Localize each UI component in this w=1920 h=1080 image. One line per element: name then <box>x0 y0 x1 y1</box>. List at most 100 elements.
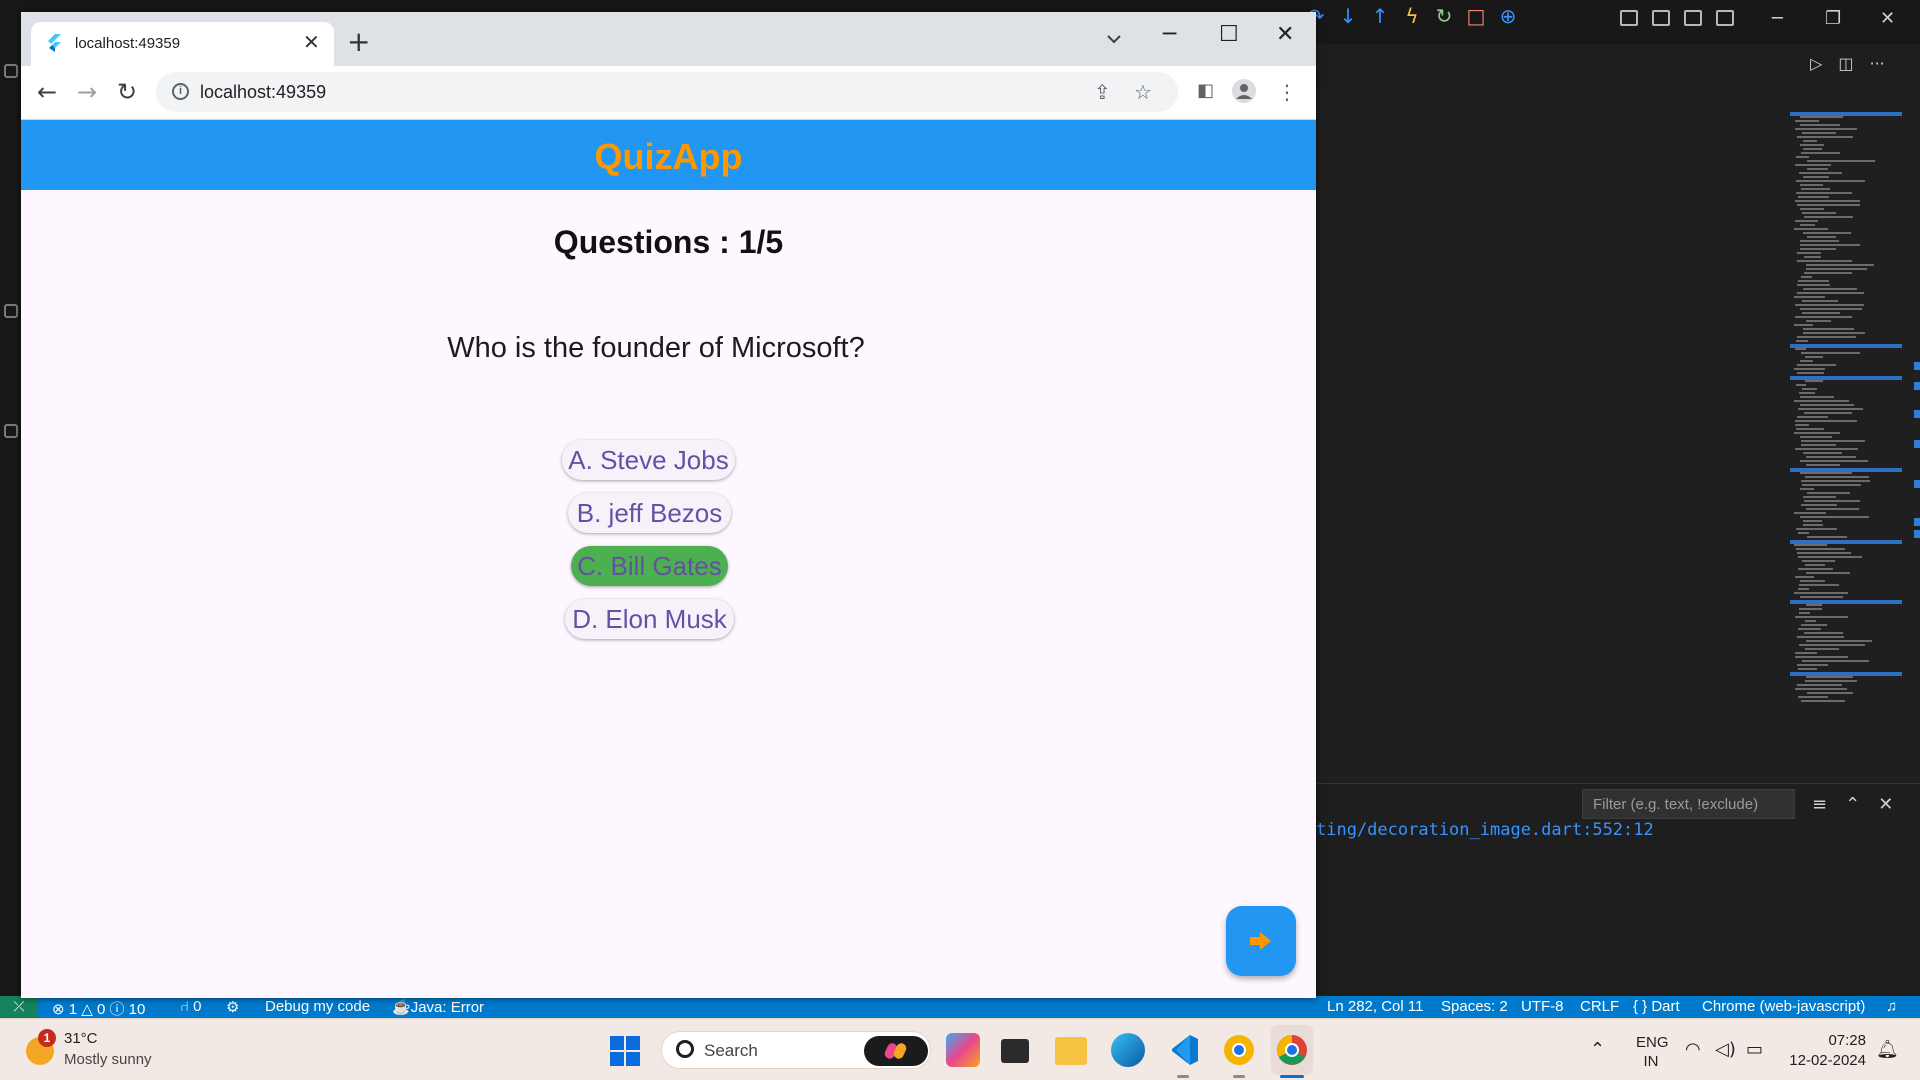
debug-config-icon[interactable]: ⚙ <box>226 998 239 1016</box>
java-status[interactable]: ☕Java: Error <box>392 998 484 1016</box>
battery-icon[interactable]: ▭ <box>1746 1039 1763 1060</box>
chrome-menu-icon[interactable]: ⋮ <box>1277 80 1297 104</box>
vscode-restore-icon[interactable]: ❐ <box>1825 8 1841 29</box>
app-title: QuizApp <box>594 136 743 177</box>
site-info-icon[interactable]: i <box>172 83 189 100</box>
cursor-position-status[interactable]: Ln 282, Col 11 <box>1327 998 1423 1015</box>
more-actions-icon[interactable]: ··· <box>1869 54 1884 73</box>
explorer-icon[interactable] <box>4 64 18 78</box>
minimap-line <box>1805 648 1839 650</box>
minimap-line <box>1802 388 1817 390</box>
option-d-button[interactable]: D. Elon Musk <box>565 599 734 639</box>
copilot-pre-app-icon[interactable] <box>946 1033 980 1067</box>
chrome-close-icon[interactable]: ✕ <box>1276 22 1294 47</box>
minimap[interactable] <box>1790 112 1906 702</box>
start-button-icon[interactable] <box>610 1036 640 1066</box>
close-panel-icon[interactable]: ✕ <box>1878 794 1893 815</box>
back-icon[interactable]: ← <box>37 78 57 106</box>
maximize-panel-icon[interactable]: ⌃ <box>1845 794 1860 815</box>
vscode-minimize-icon[interactable]: ─ <box>1772 8 1783 29</box>
chrome-app-icon[interactable] <box>1275 1033 1309 1067</box>
side-panel-icon[interactable]: ◧ <box>1197 80 1214 101</box>
file-explorer-icon[interactable] <box>1055 1037 1087 1065</box>
share-icon[interactable]: ⇪ <box>1094 80 1111 104</box>
indentation-status[interactable]: Spaces: 2 <box>1441 998 1508 1015</box>
language-status[interactable]: { } Dart <box>1633 998 1680 1015</box>
profile-avatar-icon[interactable] <box>1231 78 1257 104</box>
toggle-sidebar-icon[interactable] <box>1620 10 1638 26</box>
testing-icon[interactable] <box>4 424 18 438</box>
problems-status[interactable]: ⊗ 1 △ 0 ⓘ 10 <box>52 998 145 1019</box>
chrome-maximize-icon[interactable]: ☐ <box>1219 22 1239 47</box>
step-out-icon[interactable]: ↑ <box>1369 4 1391 28</box>
customize-layout-icon[interactable] <box>1716 10 1734 26</box>
minimap-line <box>1805 680 1857 682</box>
split-editor-icon[interactable]: ◫ <box>1838 54 1853 73</box>
ports-status[interactable]: ⑁ 0 <box>180 998 202 1015</box>
minimap-line <box>1801 444 1836 446</box>
vscode-close-icon[interactable]: ✕ <box>1880 8 1895 29</box>
task-view-icon[interactable] <box>1001 1039 1029 1063</box>
notifications-status-icon[interactable]: ♫ <box>1886 998 1897 1015</box>
forward-icon[interactable]: → <box>77 78 97 106</box>
copilot-search-highlight-icon[interactable] <box>864 1036 928 1066</box>
bookmark-star-icon[interactable]: ☆ <box>1134 80 1152 104</box>
minimap-line <box>1800 580 1825 582</box>
show-hidden-icons-icon[interactable]: ⌃ <box>1590 1039 1605 1060</box>
browser-tab[interactable]: localhost:49359 ✕ <box>31 22 334 66</box>
tab-close-icon[interactable]: ✕ <box>303 30 320 54</box>
minimap-line <box>1803 176 1829 178</box>
encoding-status[interactable]: UTF-8 <box>1521 998 1564 1015</box>
debug-config-status[interactable]: Debug my code <box>265 998 370 1015</box>
hot-reload-icon[interactable]: ϟ <box>1401 4 1423 28</box>
chrome-canary-icon[interactable] <box>1222 1033 1256 1067</box>
restart-icon[interactable]: ↻ <box>1433 4 1455 28</box>
option-c-button[interactable]: C. Bill Gates <box>571 546 728 586</box>
next-question-button[interactable] <box>1226 906 1296 976</box>
clock-date: 12-02-2024 <box>1789 1052 1866 1069</box>
new-tab-icon[interactable]: + <box>347 28 370 56</box>
minimap-line <box>1800 244 1860 246</box>
reload-icon[interactable]: ↻ <box>117 78 137 106</box>
minimap-line <box>1795 164 1831 166</box>
minimap-line <box>1801 152 1840 154</box>
tab-search-icon[interactable] <box>1103 28 1125 50</box>
console-filter-input[interactable]: Filter (e.g. text, !exclude) <box>1582 789 1795 819</box>
taskbar-search[interactable]: Search <box>661 1031 931 1069</box>
minimap-line <box>1795 616 1848 618</box>
volume-icon[interactable]: ◁) <box>1715 1039 1736 1060</box>
edge-browser-icon[interactable] <box>1111 1033 1145 1067</box>
stop-icon[interactable]: □ <box>1465 4 1487 28</box>
minimap-line <box>1798 196 1829 198</box>
console-output-line[interactable]: ting/decoration_image.dart:552:12 <box>1316 820 1654 840</box>
minimap-line <box>1804 272 1852 274</box>
toggle-panel-icon[interactable] <box>1652 10 1670 26</box>
extensions-icon[interactable] <box>4 304 18 318</box>
chrome-minimize-icon[interactable]: ─ <box>1163 22 1176 47</box>
minimap-line <box>1806 676 1853 678</box>
toggle-secondary-sidebar-icon[interactable] <box>1684 10 1702 26</box>
minimap-line <box>1807 692 1853 694</box>
device-status[interactable]: Chrome (web-javascript) <box>1702 998 1865 1015</box>
option-a-button[interactable]: A. Steve Jobs <box>562 440 735 480</box>
minimap-line <box>1803 140 1817 142</box>
minimap-line <box>1794 368 1825 370</box>
eol-status[interactable]: CRLF <box>1580 998 1619 1015</box>
vscode-app-icon[interactable] <box>1166 1033 1200 1067</box>
address-bar[interactable]: i localhost:49359 ⇪ ☆ <box>156 72 1178 112</box>
scrollbar-marker <box>1914 518 1920 526</box>
wifi-icon[interactable]: ◠ <box>1685 1039 1701 1060</box>
remote-indicator-icon[interactable]: ⤫ <box>0 996 38 1018</box>
devtools-icon[interactable]: ⊕ <box>1497 4 1519 28</box>
url-text[interactable]: localhost:49359 <box>200 82 326 103</box>
minimap-line <box>1806 604 1822 606</box>
system-clock[interactable]: 07:28 12-02-2024 <box>1780 1031 1866 1071</box>
option-b-button[interactable]: B. jeff Bezos <box>568 493 731 533</box>
minimap-line <box>1799 608 1822 610</box>
step-into-icon[interactable]: ↓ <box>1337 4 1359 28</box>
minimap-line <box>1800 472 1852 474</box>
run-icon[interactable]: ▷ <box>1810 54 1822 73</box>
clear-console-icon[interactable]: ≡ <box>1812 794 1827 815</box>
notification-bell-icon[interactable]: 🔔︎ <box>1876 1039 1899 1060</box>
language-indicator[interactable]: ENG IN <box>1636 1033 1669 1071</box>
